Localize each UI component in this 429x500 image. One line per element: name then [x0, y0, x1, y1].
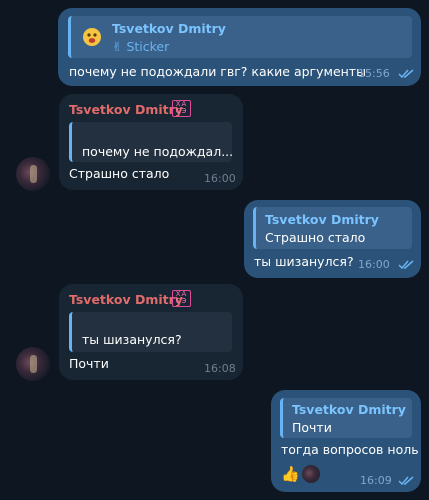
- message-outgoing[interactable]: Tsvetkov Dmitry ✌ Sticker почему не подо…: [58, 8, 421, 86]
- message-text: Почти: [69, 356, 109, 371]
- reply-text: ты шизанулся?: [82, 332, 182, 347]
- reply-quote[interactable]: ты шизанулся?: [69, 312, 232, 352]
- message-time: 16:09: [360, 474, 392, 487]
- message-incoming[interactable]: Tsvetkov Dmitry ХА СЭ ты шизанулся? Почти…: [59, 284, 243, 380]
- thumbs-up-icon: 👍: [281, 465, 300, 483]
- admin-badge: ХА СЭ: [172, 290, 191, 307]
- reply-quote[interactable]: Tsvetkov Dmitry ✌ Sticker: [68, 16, 412, 58]
- reply-text: Почти: [292, 420, 332, 435]
- reaction[interactable]: 👍: [281, 463, 320, 485]
- reply-quote[interactable]: Tsvetkov Dmitry Почти: [280, 398, 412, 438]
- message-text: ты шизанулся?: [254, 254, 354, 269]
- reply-quote[interactable]: почему не подождал...: [69, 122, 234, 162]
- sender-name[interactable]: Tsvetkov Dmitry: [69, 292, 183, 307]
- message-time: 16:08: [204, 362, 236, 375]
- message-text: тогда вопросов ноль: [281, 442, 419, 457]
- double-check-icon: [398, 69, 414, 79]
- avatar[interactable]: [16, 347, 50, 381]
- message-outgoing[interactable]: Tsvetkov Dmitry Страшно стало ты шизанул…: [244, 200, 421, 278]
- message-time: 15:56: [358, 67, 390, 80]
- admin-badge: ХА СЭ: [172, 100, 191, 117]
- reply-sender-name: Tsvetkov Dmitry: [112, 21, 226, 36]
- double-check-icon: [398, 476, 414, 486]
- sender-name[interactable]: Tsvetkov Dmitry: [69, 102, 183, 117]
- reactor-avatar: [301, 465, 320, 483]
- reply-text: Страшно стало: [265, 230, 366, 245]
- reply-text: почему не подождал...: [82, 144, 234, 159]
- message-text: почему не подождали гвг? какие аргументы: [69, 64, 366, 79]
- message-text: Страшно стало: [69, 166, 170, 181]
- message-outgoing[interactable]: Tsvetkov Dmitry Почти тогда вопросов нол…: [271, 390, 421, 492]
- message-time: 16:00: [204, 172, 236, 185]
- reply-text: ✌ Sticker: [112, 39, 170, 54]
- avatar[interactable]: [16, 157, 50, 191]
- reply-sender-name: Tsvetkov Dmitry: [292, 402, 406, 417]
- message-incoming[interactable]: Tsvetkov Dmitry ХА СЭ почему не подождал.…: [59, 94, 243, 190]
- double-check-icon: [398, 260, 414, 270]
- reply-quote[interactable]: Tsvetkov Dmitry Страшно стало: [253, 207, 412, 249]
- reply-sender-name: Tsvetkov Dmitry: [265, 212, 379, 227]
- sticker-emoji-icon: [83, 28, 101, 46]
- message-time: 16:00: [358, 258, 390, 271]
